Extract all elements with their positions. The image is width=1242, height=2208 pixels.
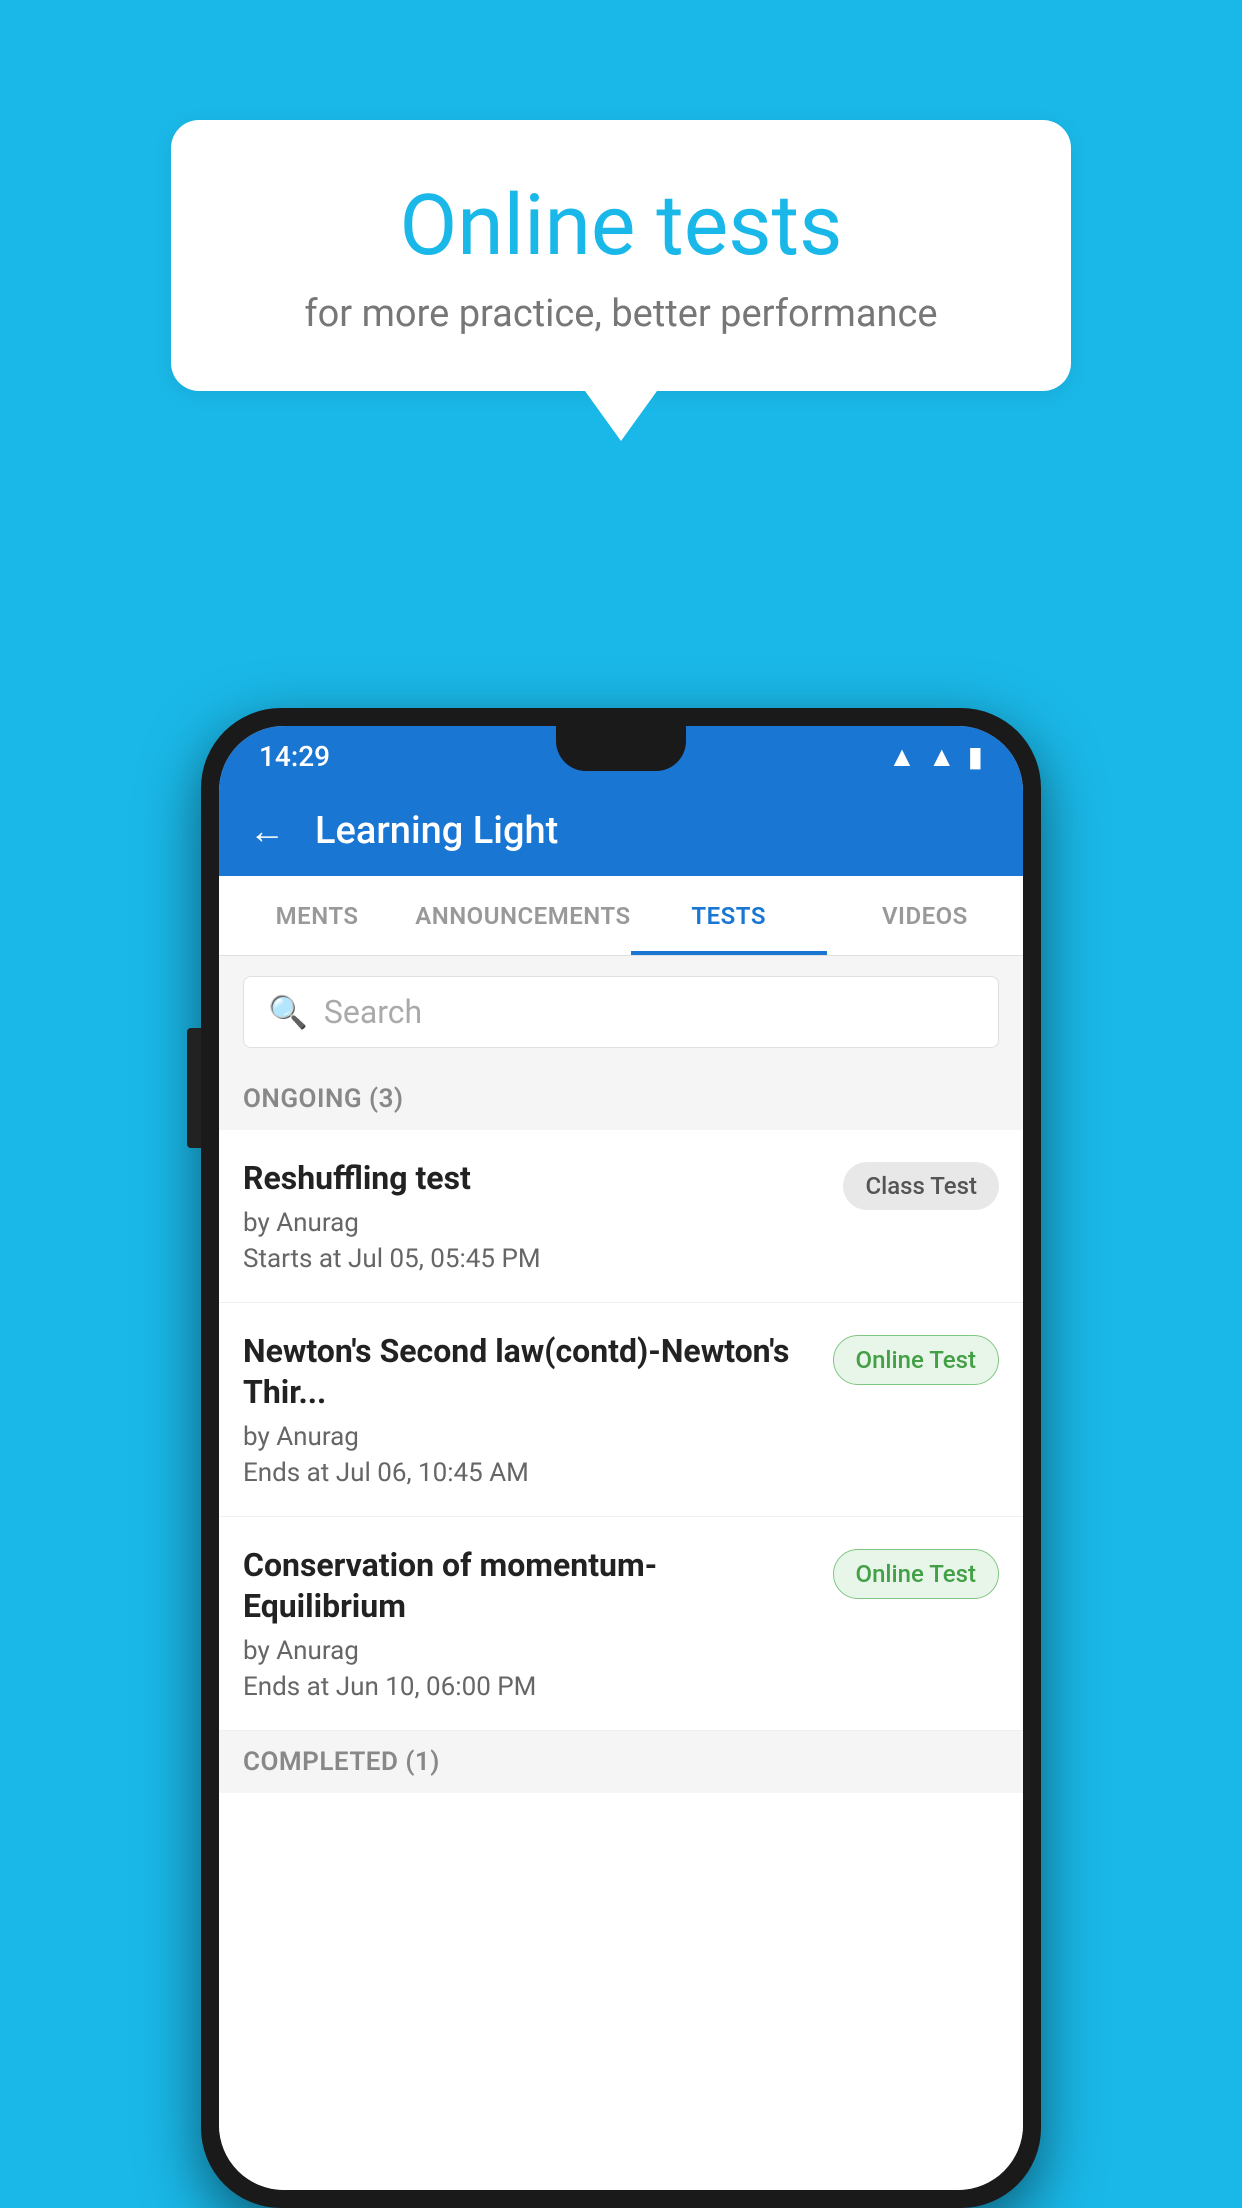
phone-wrapper: 14:29 ▲ ▲ ▮ ← Learning Light MENTS ANNOU… [201,708,1041,2208]
search-placeholder: Search [324,993,422,1031]
bubble-title: Online tests [251,180,991,272]
app-header: ← Learning Light [219,786,1023,876]
speech-bubble: Online tests for more practice, better p… [171,120,1071,391]
test-time: Ends at Jun 10, 06:00 PM [243,1672,817,1702]
test-time: Ends at Jul 06, 10:45 AM [243,1458,817,1488]
test-name: Newton's Second law(contd)-Newton's Thir… [243,1331,817,1414]
completed-section-label: COMPLETED (1) [219,1731,1023,1793]
ongoing-section-label: ONGOING (3) [219,1068,1023,1130]
back-button[interactable]: ← [249,810,285,852]
test-list: Reshuffling test by Anurag Starts at Jul… [219,1130,1023,2190]
tab-videos[interactable]: VIDEOS [827,876,1023,955]
battery-icon: ▮ [968,740,983,773]
test-author: by Anurag [243,1636,817,1666]
test-author: by Anurag [243,1422,817,1452]
phone-notch [556,726,686,771]
wifi-icon: ▲ [888,740,916,773]
test-time: Starts at Jul 05, 05:45 PM [243,1244,827,1274]
phone-frame: 14:29 ▲ ▲ ▮ ← Learning Light MENTS ANNOU… [201,708,1041,2208]
bubble-subtitle: for more practice, better performance [251,292,991,336]
status-icons: ▲ ▲ ▮ [888,740,983,773]
test-badge-online: Online Test [833,1549,999,1599]
phone-screen: 14:29 ▲ ▲ ▮ ← Learning Light MENTS ANNOU… [219,726,1023,2190]
test-info: Reshuffling test by Anurag Starts at Jul… [243,1158,827,1274]
test-item[interactable]: Newton's Second law(contd)-Newton's Thir… [219,1303,1023,1517]
test-badge-online: Online Test [833,1335,999,1385]
test-badge-class: Class Test [843,1162,999,1210]
test-name: Conservation of momentum-Equilibrium [243,1545,817,1628]
test-info: Newton's Second law(contd)-Newton's Thir… [243,1331,817,1488]
speech-bubble-container: Online tests for more practice, better p… [171,120,1071,391]
test-item[interactable]: Reshuffling test by Anurag Starts at Jul… [219,1130,1023,1303]
tab-announcements[interactable]: ANNOUNCEMENTS [415,876,630,955]
test-item[interactable]: Conservation of momentum-Equilibrium by … [219,1517,1023,1731]
test-name: Reshuffling test [243,1158,827,1200]
header-title: Learning Light [315,809,558,853]
tabs-bar: MENTS ANNOUNCEMENTS TESTS VIDEOS [219,876,1023,956]
signal-icon: ▲ [928,740,956,773]
test-author: by Anurag [243,1208,827,1238]
status-time: 14:29 [259,740,330,773]
tab-tests[interactable]: TESTS [631,876,827,955]
search-container: 🔍 Search [219,956,1023,1068]
search-icon: 🔍 [268,993,308,1031]
search-box[interactable]: 🔍 Search [243,976,999,1048]
test-info: Conservation of momentum-Equilibrium by … [243,1545,817,1702]
tab-ments[interactable]: MENTS [219,876,415,955]
